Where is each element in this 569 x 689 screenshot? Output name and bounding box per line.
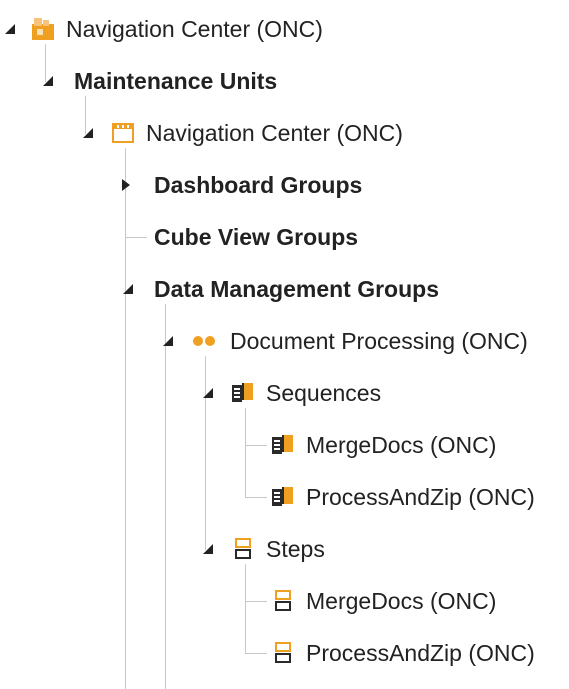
tree-node-sequences[interactable]: Sequences (230, 373, 381, 413)
expand-toggle[interactable] (160, 333, 176, 349)
step-icon (230, 536, 256, 562)
tree-node-root[interactable]: Navigation Center (ONC) (30, 9, 323, 49)
tree-node-label: Document Processing (ONC) (230, 328, 528, 354)
expanded-triangle-icon (43, 76, 53, 86)
tree-node-label: ProcessAndZip (ONC) (306, 640, 535, 666)
expanded-triangle-icon (203, 388, 213, 398)
data-management-group-icon (190, 328, 220, 354)
tree-connector (245, 601, 267, 602)
maintenance-unit-icon (110, 120, 136, 146)
expand-toggle[interactable] (200, 385, 216, 401)
expand-toggle[interactable] (118, 177, 134, 193)
step-icon (270, 640, 296, 666)
sequence-icon (270, 432, 296, 458)
tree-node-step-item[interactable]: MergeDocs (ONC) (270, 581, 496, 621)
tree-node-document-processing[interactable]: Document Processing (ONC) (190, 321, 528, 361)
tree-node-cube-view-groups[interactable]: Cube View Groups (154, 217, 358, 257)
sequence-icon (230, 380, 256, 406)
tree-node-label: Cube View Groups (154, 224, 359, 250)
expand-toggle[interactable] (80, 125, 96, 141)
tree-node-sequence-item[interactable]: MergeDocs (ONC) (270, 425, 496, 465)
tree-node-label: Steps (266, 536, 325, 562)
tree-connector (125, 237, 147, 238)
tree-node-dashboard-groups[interactable]: Dashboard Groups (154, 165, 362, 205)
expanded-triangle-icon (163, 336, 173, 346)
tree-connector (245, 445, 267, 446)
tree-node-label: Maintenance Units (74, 68, 278, 94)
tree-node-label: MergeDocs (ONC) (306, 432, 497, 458)
tree-node-label: Sequences (266, 380, 382, 406)
expand-toggle[interactable] (2, 21, 18, 37)
navigation-tree: Navigation Center (ONC) Maintenance Unit… (0, 0, 569, 689)
tree-node-label: Navigation Center (ONC) (66, 16, 323, 42)
expand-toggle[interactable] (40, 73, 56, 89)
tree-connector (165, 304, 166, 689)
collapsed-triangle-icon (122, 179, 130, 191)
tree-connector (245, 408, 246, 498)
tree-node-maintenance-units[interactable]: Maintenance Units (74, 61, 277, 101)
expanded-triangle-icon (83, 128, 93, 138)
workspace-icon (30, 16, 56, 42)
tree-node-data-management-groups[interactable]: Data Management Groups (154, 269, 439, 309)
tree-node-label: ProcessAndZip (ONC) (306, 484, 535, 510)
expanded-triangle-icon (5, 24, 15, 34)
tree-connector (245, 564, 246, 654)
tree-node-label: MergeDocs (ONC) (306, 588, 497, 614)
expand-toggle[interactable] (120, 281, 136, 297)
sequence-icon (270, 484, 296, 510)
expand-toggle[interactable] (200, 541, 216, 557)
tree-node-maintenance-unit[interactable]: Navigation Center (ONC) (110, 113, 403, 153)
tree-connector (245, 497, 267, 498)
tree-connector (125, 148, 126, 689)
tree-node-steps[interactable]: Steps (230, 529, 325, 569)
tree-node-step-item[interactable]: ProcessAndZip (ONC) (270, 633, 535, 673)
tree-node-sequence-item[interactable]: ProcessAndZip (ONC) (270, 477, 535, 517)
tree-node-label: Navigation Center (ONC) (146, 120, 403, 146)
expanded-triangle-icon (123, 284, 133, 294)
tree-node-label: Dashboard Groups (154, 172, 363, 198)
step-icon (270, 588, 296, 614)
expanded-triangle-icon (203, 544, 213, 554)
tree-node-label: Data Management Groups (154, 276, 439, 302)
tree-connector (245, 653, 267, 654)
